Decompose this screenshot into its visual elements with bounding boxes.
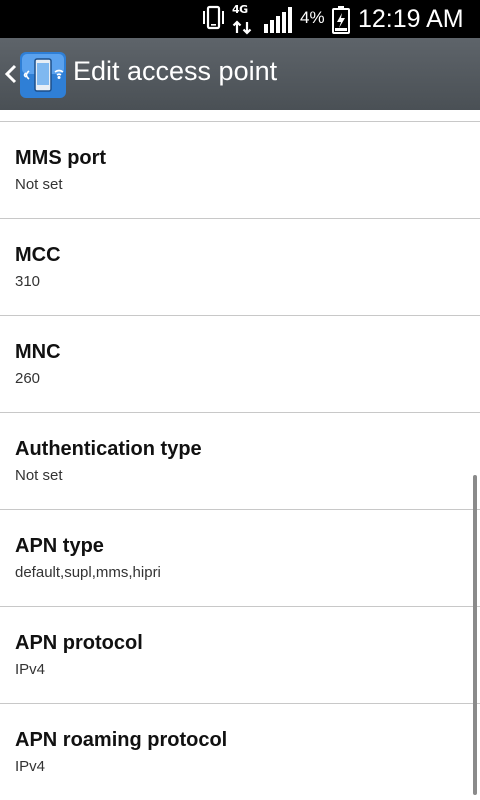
pref-title: MMS port xyxy=(15,147,107,169)
pref-summary: IPv4 xyxy=(15,758,46,775)
pref-summary: IPv4 xyxy=(15,661,46,678)
pref-summary: 310 xyxy=(15,273,41,290)
pref-apn-protocol[interactable]: APN protocol IPv4 xyxy=(0,607,480,704)
battery-charging-icon xyxy=(332,6,350,38)
vibrate-icon xyxy=(200,5,226,35)
page-title: Edit access point xyxy=(73,56,278,86)
pref-title: APN type xyxy=(15,535,104,557)
apn-settings-list[interactable]: MMS port Not set MCC 310 MNC 260 Authent… xyxy=(0,110,480,800)
pref-title: APN protocol xyxy=(15,632,143,654)
pref-summary: default,supl,mms,hipri xyxy=(15,564,161,581)
chevron-left-icon[interactable] xyxy=(4,64,18,88)
pref-summary: Not set xyxy=(15,176,63,193)
pref-summary: Not set xyxy=(15,467,63,484)
pref-authentication-type[interactable]: Authentication type Not set xyxy=(0,413,480,510)
pref-mcc[interactable]: MCC 310 xyxy=(0,219,480,316)
pref-title: APN roaming protocol xyxy=(15,729,228,751)
scrollbar[interactable] xyxy=(473,475,477,795)
pref-title: MNC xyxy=(15,341,61,363)
signal-strength-icon xyxy=(264,7,294,37)
mobile-network-settings-icon[interactable] xyxy=(20,52,66,102)
battery-percent: 4% xyxy=(300,8,325,27)
action-bar: Edit access point xyxy=(0,38,480,110)
pref-apn-roaming-protocol[interactable]: APN roaming protocol IPv4 xyxy=(0,704,480,800)
status-bar: 4G 4% 12:19 AM xyxy=(0,0,480,38)
pref-mms-port[interactable]: MMS port Not set xyxy=(0,122,480,219)
pref-title: Authentication type xyxy=(15,438,202,460)
pref-title: MCC xyxy=(15,244,61,266)
preference-list: MMS port Not set MCC 310 MNC 260 Authent… xyxy=(0,122,480,800)
pref-apn-type[interactable]: APN type default,supl,mms,hipri xyxy=(0,510,480,607)
pref-summary: 260 xyxy=(15,370,41,387)
pref-mnc[interactable]: MNC 260 xyxy=(0,316,480,413)
clock: 12:19 AM xyxy=(358,5,464,33)
